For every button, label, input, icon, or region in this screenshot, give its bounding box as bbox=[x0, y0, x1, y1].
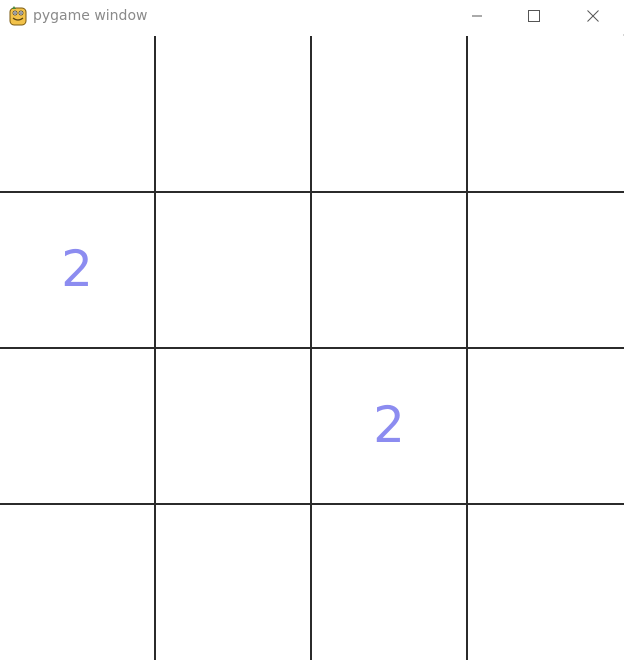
board-cell bbox=[0, 348, 154, 502]
board-cell bbox=[156, 504, 310, 658]
board-cell bbox=[0, 36, 154, 190]
board-cell bbox=[156, 348, 310, 502]
window-title: pygame window bbox=[33, 8, 148, 24]
pygame-window: pygame window 2 2 bbox=[0, 0, 624, 662]
board-cell bbox=[468, 348, 622, 502]
minimize-icon bbox=[471, 7, 483, 26]
board-cell bbox=[0, 504, 154, 658]
board-cell bbox=[468, 192, 622, 346]
title-bar[interactable]: pygame window bbox=[0, 0, 624, 34]
board-cell bbox=[468, 504, 622, 658]
tile-value: 2 bbox=[373, 396, 405, 454]
close-icon bbox=[587, 7, 599, 26]
board-cell bbox=[312, 504, 466, 658]
board-cell bbox=[156, 36, 310, 190]
board-cell: 2 bbox=[312, 348, 466, 502]
board-cell bbox=[312, 192, 466, 346]
board-cell bbox=[156, 192, 310, 346]
board-cell bbox=[468, 36, 622, 190]
game-board[interactable]: 2 2 bbox=[0, 36, 624, 662]
tile-value: 2 bbox=[61, 240, 93, 298]
close-button[interactable] bbox=[570, 0, 616, 32]
pygame-snake-icon bbox=[9, 6, 27, 26]
board-cell: 2 bbox=[0, 192, 154, 346]
board-cell bbox=[312, 36, 466, 190]
maximize-icon bbox=[528, 7, 540, 26]
maximize-button[interactable] bbox=[511, 0, 557, 32]
minimize-button[interactable] bbox=[454, 0, 500, 32]
